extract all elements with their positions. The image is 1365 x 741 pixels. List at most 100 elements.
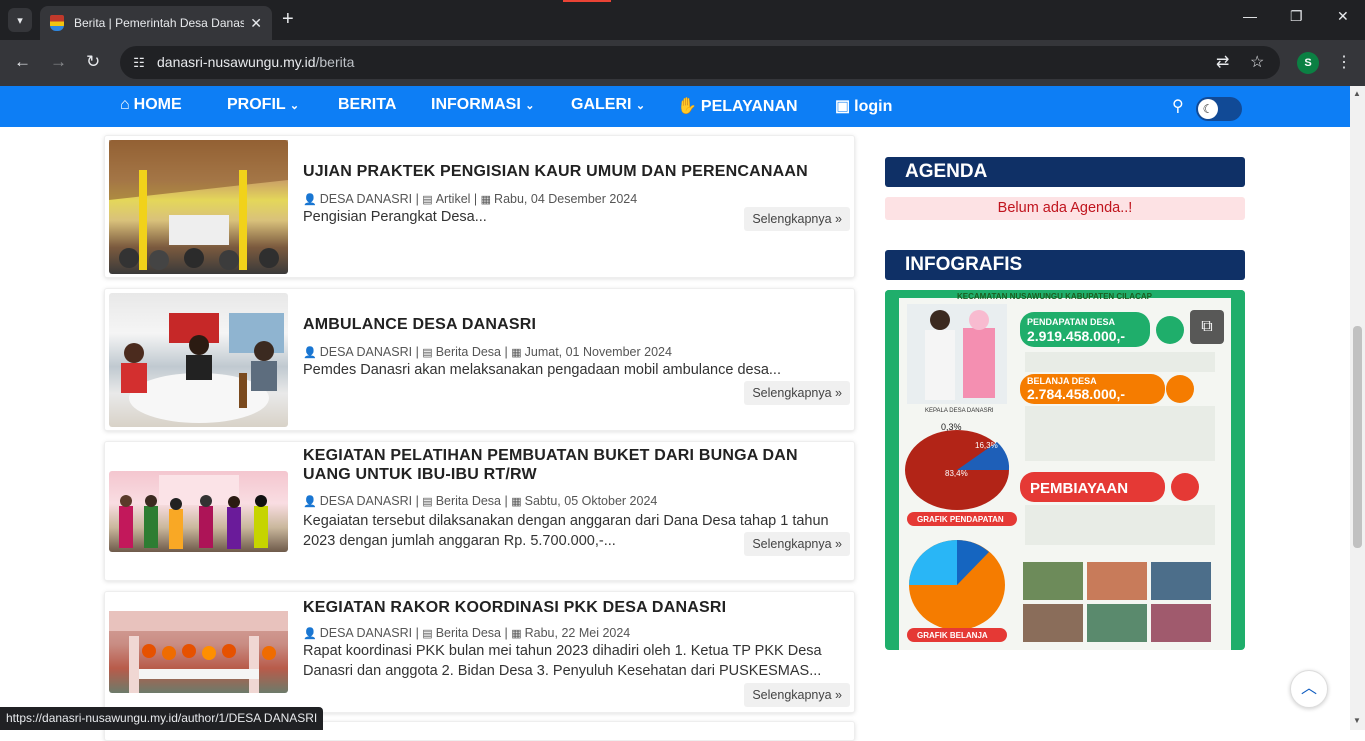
site-navbar: ⌂ HOME PROFIL ⌄ BERITA INFORMASI ⌄ GALERI… (0, 86, 1350, 127)
infografis-image[interactable]: KECAMATAN NUSAWUNGU KABUPATEN CILACAP KE… (885, 290, 1245, 650)
nav-home[interactable]: ⌂ HOME (120, 96, 182, 114)
article-excerpt: Rapat koordinasi PKK bulan mei tahun 202… (303, 643, 822, 679)
calendar-icon: ▦ (511, 628, 522, 640)
article-title[interactable]: KEGIATAN PELATIHAN PEMBUATAN BUKET DARI … (303, 446, 843, 484)
agenda-empty-message: Belum ada Agenda..! (885, 197, 1245, 220)
site-info-tune-icon[interactable]: ☷ (129, 53, 149, 73)
chevron-up-icon: ︿ (1300, 680, 1317, 697)
scrollbar-thumb[interactable] (1353, 326, 1362, 548)
read-more-button[interactable]: Selengkapnya » (744, 381, 850, 405)
nav-berita[interactable]: BERITA (338, 96, 396, 114)
poster-grafik-belanja: GRAFIK BELANJA (917, 631, 988, 640)
poster-grafik-pendapatan: GRAFIK PENDAPATAN (917, 515, 1004, 524)
tab-search-chevron-icon[interactable]: ▾ (8, 8, 32, 32)
article-meta: 👤 DESA DANASRI | ▤ Berita Desa | ▦ Rabu, 22… (303, 626, 631, 640)
folder-icon: ▤ (422, 628, 433, 640)
nav-home-label: HOME (133, 96, 182, 113)
url-path: /berita (315, 54, 355, 70)
reload-icon[interactable]: ↻ (86, 52, 100, 72)
article-category[interactable]: Berita Desa (436, 626, 501, 640)
article-date: Jumat, 01 November 2024 (524, 345, 672, 359)
nav-profil-label: PROFIL (227, 96, 286, 113)
search-icon[interactable]: ⚲ (1172, 96, 1184, 116)
tab-title: Berita | Pemerintah Desa Danas (74, 16, 244, 30)
calendar-icon: ▦ (511, 347, 522, 359)
workshop-photo-illustration (119, 475, 268, 549)
nav-galeri[interactable]: GALERI ⌄ (571, 96, 645, 114)
poster-belanja-label: BELANJA DESA (1027, 376, 1097, 386)
user-icon: 👤 (303, 194, 317, 206)
back-arrow-icon[interactable]: ← (14, 52, 31, 72)
infografis-poster: KECAMATAN NUSAWUNGU KABUPATEN CILACAP KE… (885, 290, 1245, 650)
site-favicon-icon (50, 15, 64, 31)
profile-avatar[interactable]: S (1297, 52, 1319, 74)
window-close-icon[interactable]: ✕ (1337, 8, 1349, 25)
read-more-button[interactable]: Selengkapnya » (744, 207, 850, 231)
bookmark-star-icon[interactable]: ☆ (1250, 52, 1264, 72)
back-to-top-button[interactable]: ︿ (1290, 670, 1328, 708)
folder-icon: ▤ (422, 194, 433, 206)
read-more-button[interactable]: Selengkapnya » (744, 683, 850, 707)
article-thumbnail[interactable] (109, 293, 288, 427)
browser-tab-bar: ▾ Berita | Pemerintah Desa Danas ✕ + — ❐… (0, 0, 1365, 40)
image-search-lens-icon[interactable]: ⧉ (1190, 310, 1224, 344)
article-category[interactable]: Artikel (436, 192, 471, 206)
article-category[interactable]: Berita Desa (436, 494, 501, 508)
article-date: Rabu, 04 Desember 2024 (494, 192, 638, 206)
dark-mode-toggle[interactable]: ☾ (1196, 97, 1242, 121)
nav-login[interactable]: ▣ login (835, 96, 892, 116)
article-author[interactable]: DESA DANASRI (320, 626, 412, 640)
scroll-down-arrow-icon[interactable]: ▼ (1353, 716, 1361, 725)
nav-pelayanan-label: PELAYANAN (700, 98, 798, 115)
meeting-photo-illustration (121, 313, 284, 423)
page-scrollbar[interactable]: ▲ ▼ (1350, 86, 1365, 730)
article-meta: 👤 DESA DANASRI | ▤ Berita Desa | ▦ Jumat, 0… (303, 345, 672, 359)
restore-icon[interactable]: ❐ (1290, 8, 1303, 25)
article-title[interactable]: AMBULANCE DESA DANASRI (303, 315, 843, 334)
poster-pie-pct-2: 16,3% (975, 441, 998, 450)
translate-icon[interactable]: ⇄ (1216, 52, 1229, 72)
new-tab-plus-icon[interactable]: + (282, 8, 294, 31)
chevron-down-icon: ⌄ (635, 100, 646, 112)
nav-pelayanan[interactable]: ✋ PELAYANAN (677, 96, 798, 116)
article-author[interactable]: DESA DANASRI (320, 192, 412, 206)
article-category[interactable]: Berita Desa (436, 345, 501, 359)
article-thumbnail[interactable] (109, 611, 288, 693)
article-meta: 👤 DESA DANASRI | ▤ Berita Desa | ▦ Sabtu, 0… (303, 494, 658, 508)
browser-menu-icon[interactable]: ⋮ (1336, 52, 1352, 72)
agenda-widget-title: AGENDA (885, 157, 1245, 187)
poster-kepala-label: KEPALA DESA DANASRI (925, 408, 994, 414)
nav-berita-label: BERITA (338, 96, 397, 113)
forward-arrow-icon[interactable]: → (50, 52, 67, 72)
nav-informasi-label: INFORMASI (431, 96, 521, 113)
poster-header: KECAMATAN NUSAWUNGU KABUPATEN CILACAP (957, 292, 1153, 301)
id-card-icon: ▣ (835, 98, 851, 115)
article-date: Sabtu, 05 Oktober 2024 (524, 494, 658, 508)
home-icon: ⌂ (120, 96, 130, 113)
address-bar[interactable]: ☷ danasri-nusawungu.my.id/berita ⇄ ☆ (120, 46, 1280, 79)
read-more-button[interactable]: Selengkapnya » (744, 532, 850, 556)
nav-profil[interactable]: PROFIL ⌄ (227, 96, 299, 114)
user-icon: 👤 (303, 628, 317, 640)
poster-belanja-value: 2.784.458.000,- (1027, 386, 1125, 402)
scroll-up-arrow-icon[interactable]: ▲ (1353, 89, 1361, 98)
pavilion-photo-illustration (109, 140, 288, 270)
user-icon: 👤 (303, 496, 317, 508)
nav-informasi[interactable]: INFORMASI ⌄ (431, 96, 534, 114)
article-excerpt: Pemdes Danasri akan melaksanakan pengada… (303, 362, 781, 378)
article-thumbnail[interactable] (109, 140, 288, 274)
infografis-widget-title: INFOGRAFIS (885, 250, 1245, 280)
article-date: Rabu, 22 Mei 2024 (524, 626, 631, 640)
active-tab[interactable]: Berita | Pemerintah Desa Danas ✕ (40, 6, 272, 40)
article-thumbnail[interactable] (109, 471, 288, 552)
minimize-icon[interactable]: — (1243, 8, 1257, 24)
article-card: AMBULANCE DESA DANASRI 👤 DESA DANASRI | ▤… (104, 288, 855, 431)
article-author[interactable]: DESA DANASRI (320, 345, 412, 359)
handshake-icon: ✋ (677, 98, 697, 115)
article-author[interactable]: DESA DANASRI (320, 494, 412, 508)
article-title[interactable]: KEGIATAN RAKOR KOORDINASI PKK DESA DANAS… (303, 598, 843, 617)
tab-close-icon[interactable]: ✕ (250, 15, 262, 32)
article-meta: 👤 DESA DANASRI | ▤ Artikel | ▦ Rabu, 04 Des… (303, 192, 638, 206)
article-title[interactable]: UJIAN PRAKTEK PENGISIAN KAUR UMUM DAN PE… (303, 162, 843, 181)
folder-icon: ▤ (422, 496, 433, 508)
